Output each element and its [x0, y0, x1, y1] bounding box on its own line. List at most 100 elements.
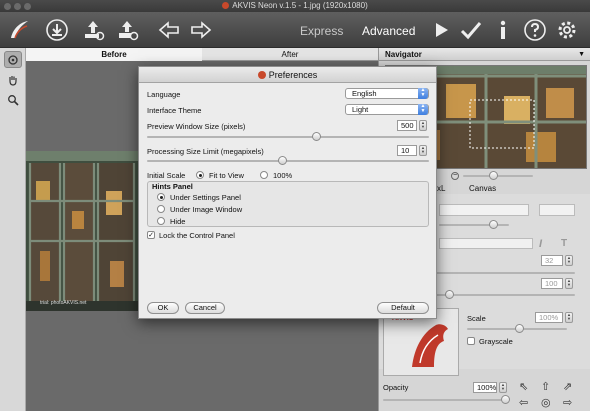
- tab-canvas[interactable]: Canvas: [469, 184, 496, 193]
- theme-label: Interface Theme: [147, 106, 202, 115]
- open-image-icon: [46, 19, 68, 41]
- arrow-right-small-icon[interactable]: ⇨: [563, 396, 572, 409]
- cancel-button[interactable]: Cancel: [185, 302, 225, 314]
- advanced-mode-button[interactable]: Advanced: [362, 24, 415, 38]
- zoom-icon: [8, 94, 19, 106]
- lock-control-panel-label: Lock the Control Panel: [159, 231, 235, 240]
- preview-size-slider[interactable]: [147, 136, 429, 138]
- save-image-button[interactable]: [80, 17, 106, 43]
- updown-arrows-icon: ▲ ▼: [418, 104, 428, 115]
- akvis-logo-icon: [6, 17, 32, 43]
- scale-label: Scale: [467, 314, 486, 323]
- opacity-value[interactable]: 100%: [473, 382, 497, 393]
- ok-button[interactable]: OK: [147, 302, 179, 314]
- title-bar: AKVIS Neon v.1.5 - 1.jpg (1920x1080): [0, 0, 590, 12]
- opacity-slider[interactable]: [383, 399, 507, 401]
- processing-limit-knob[interactable]: [278, 156, 288, 165]
- app-logo-icon: [222, 2, 230, 9]
- arrow-up-icon[interactable]: ⇧: [541, 380, 550, 393]
- minimize-window-button[interactable]: [14, 3, 21, 10]
- processing-limit-slider[interactable]: [147, 160, 429, 162]
- settings-dropdown[interactable]: [439, 238, 533, 249]
- language-select[interactable]: English ▲ ▼: [345, 88, 429, 99]
- lock-control-panel-checkbox[interactable]: ✓: [147, 231, 155, 239]
- processing-limit-stepper[interactable]: ▲ ▼: [419, 145, 427, 156]
- preferences-dialog: Preferences Language English ▲ ▼ Interfac…: [138, 66, 437, 319]
- open-image-button[interactable]: [44, 17, 70, 43]
- hints-panel-title: Hints Panel: [152, 182, 193, 191]
- hints-under-image-radio[interactable]: [157, 205, 165, 213]
- hints-hide-radio[interactable]: [157, 217, 165, 225]
- navigator-collapse-icon[interactable]: ▼: [578, 48, 585, 61]
- tool-magic[interactable]: [4, 51, 22, 68]
- updown-arrows-icon: ▲ ▼: [418, 88, 428, 99]
- tool-zoom[interactable]: [4, 91, 22, 108]
- grayscale-checkbox[interactable]: [467, 337, 475, 345]
- navigator-zoom-slider[interactable]: [463, 175, 533, 177]
- italic-icon[interactable]: I: [539, 238, 542, 250]
- initial-scale-label: Initial Scale: [147, 171, 186, 180]
- settings-slider-1[interactable]: [439, 224, 509, 226]
- opacity-label: Opacity: [383, 383, 409, 392]
- save-icon: [85, 21, 105, 41]
- preview-size-stepper[interactable]: ▲ ▼: [419, 120, 427, 131]
- express-mode-button[interactable]: Express: [300, 24, 343, 38]
- arrow-left-icon: [158, 21, 179, 39]
- batch-processing-button[interactable]: [114, 17, 140, 43]
- hints-under-settings-radio[interactable]: [157, 193, 165, 201]
- info-icon: [500, 20, 506, 39]
- undo-button[interactable]: [156, 17, 182, 43]
- center-circle-icon[interactable]: ◎: [541, 396, 551, 409]
- opacity-knob[interactable]: [501, 395, 510, 404]
- opacity-stepper[interactable]: ▲ ▼: [499, 382, 507, 393]
- text-icon[interactable]: T: [561, 238, 567, 249]
- fit-to-view-radio[interactable]: [196, 171, 204, 179]
- preview-size-value[interactable]: 500: [397, 120, 417, 131]
- close-window-button[interactable]: [4, 3, 11, 10]
- tab-settings-partial[interactable]: xL: [437, 184, 445, 193]
- apply-button[interactable]: [458, 17, 484, 43]
- tab-after[interactable]: After: [202, 48, 378, 61]
- settings-knob-3[interactable]: [445, 290, 454, 299]
- theme-value: Light: [352, 105, 369, 114]
- fit-to-view-label: Fit to View: [209, 171, 244, 180]
- dialog-title-bar: Preferences: [139, 67, 436, 83]
- settings-stepper-2[interactable]: ▲ ▼: [565, 278, 573, 289]
- default-button[interactable]: Default: [377, 302, 429, 314]
- processing-limit-value[interactable]: 10: [397, 145, 417, 156]
- arrow-left-small-icon[interactable]: ⇦: [519, 396, 528, 409]
- tool-hand[interactable]: [4, 71, 22, 88]
- scale-100-label: 100%: [273, 171, 293, 180]
- settings-field-2[interactable]: [539, 204, 575, 216]
- default-button-label: Default: [391, 303, 415, 312]
- language-value: English: [352, 89, 377, 98]
- theme-select[interactable]: Light ▲ ▼: [345, 104, 429, 115]
- info-button[interactable]: [490, 17, 516, 43]
- ok-button-label: OK: [157, 303, 169, 312]
- settings-value-2[interactable]: 100: [541, 278, 563, 289]
- preview-size-label: Preview Window Size (pixels): [147, 122, 246, 131]
- zoom-window-button[interactable]: [24, 3, 31, 10]
- preferences-button[interactable]: [554, 17, 580, 43]
- tab-before[interactable]: Before: [26, 48, 202, 61]
- magic-tool-icon: [8, 54, 18, 65]
- scale-100-radio[interactable]: [260, 171, 268, 179]
- run-button[interactable]: [428, 17, 454, 43]
- settings-field-1[interactable]: [439, 204, 529, 216]
- navigator-zoom-knob[interactable]: [489, 171, 498, 180]
- scale-knob[interactable]: [515, 324, 524, 333]
- arrow-diag-up-left-icon[interactable]: ⇖: [519, 380, 528, 393]
- checkmark-icon: [460, 22, 482, 40]
- settings-stepper-1[interactable]: ▲ ▼: [565, 255, 573, 266]
- help-button[interactable]: [522, 17, 548, 43]
- preview-size-knob[interactable]: [312, 132, 322, 141]
- horse-logo-icon: [412, 324, 448, 367]
- scale-value[interactable]: 100%: [535, 312, 563, 323]
- scale-stepper[interactable]: ▲ ▼: [565, 312, 573, 323]
- zoom-out-icon[interactable]: −: [451, 172, 459, 180]
- language-label: Language: [147, 90, 181, 99]
- arrow-diag-up-right-icon[interactable]: ⇗: [563, 380, 572, 393]
- settings-knob-1[interactable]: [489, 220, 498, 229]
- redo-button[interactable]: [188, 17, 214, 43]
- settings-value-1[interactable]: 32: [541, 255, 563, 266]
